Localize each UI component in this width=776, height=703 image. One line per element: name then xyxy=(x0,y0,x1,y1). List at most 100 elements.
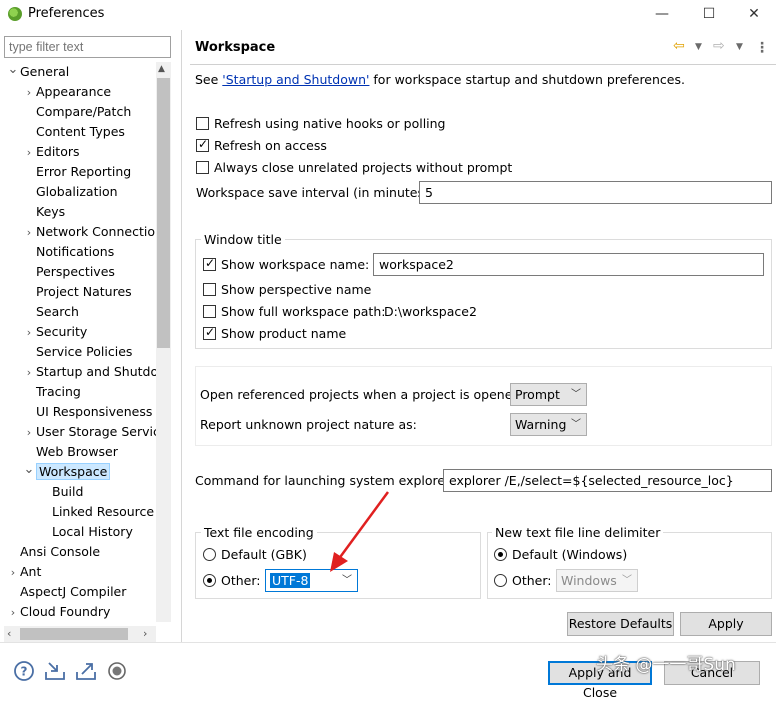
show-product-checkbox[interactable] xyxy=(203,325,216,340)
filter-input[interactable] xyxy=(4,36,171,58)
refresh-native-checkbox[interactable] xyxy=(196,117,209,130)
show-ws-name-row[interactable]: Show workspace name: xyxy=(203,256,369,272)
refresh-access-row[interactable]: Refresh on access xyxy=(196,137,327,153)
collapse-chevron-icon[interactable]: › xyxy=(22,83,36,103)
tree-item-label: Content Types xyxy=(36,124,125,139)
collapse-chevron-icon[interactable]: › xyxy=(22,323,36,343)
tree-item[interactable]: AspectJ Compiler xyxy=(6,582,126,602)
tree-item[interactable]: Linked Resource xyxy=(38,502,154,522)
tree-item-label: Keys xyxy=(36,204,66,219)
view-menu-icon[interactable]: ⋮ xyxy=(755,40,769,56)
explorer-cmd-input[interactable]: explorer /E,/select=${selected_resource_… xyxy=(443,469,772,492)
forward-arrow-icon[interactable]: ⇨ xyxy=(713,38,725,54)
tree-item-label: Security xyxy=(36,324,88,339)
tree-item[interactable]: › Security xyxy=(22,322,88,343)
page-title: Workspace xyxy=(195,40,276,55)
tree-item[interactable]: › Appearance xyxy=(22,82,111,102)
tree-item[interactable]: Perspectives xyxy=(22,262,115,282)
encoding-other-radio[interactable] xyxy=(203,574,216,587)
restore-defaults-button[interactable]: Restore Defaults xyxy=(567,612,674,636)
tree-item[interactable]: Keys xyxy=(22,202,65,222)
collapse-chevron-icon[interactable]: › xyxy=(22,223,36,243)
encoding-default-radio[interactable] xyxy=(203,548,216,561)
tree-vertical-scroll-thumb[interactable] xyxy=(157,78,170,348)
record-icon[interactable] xyxy=(106,660,128,682)
show-full-path-row[interactable]: Show full workspace path: xyxy=(203,304,385,319)
delim-default-radio[interactable] xyxy=(494,548,507,561)
open-ref-select[interactable]: Prompt ﹀ xyxy=(510,383,587,406)
refresh-native-row[interactable]: Refresh using native hooks or polling xyxy=(196,116,446,131)
tree-item[interactable]: Tracing xyxy=(22,382,81,402)
tree-item[interactable]: Notifications xyxy=(22,242,114,262)
encoding-other-row[interactable]: Other: xyxy=(203,573,260,588)
expand-chevron-icon[interactable]: ⌄ xyxy=(22,460,36,480)
tree-item[interactable]: UI Responsiveness xyxy=(22,402,152,422)
expand-chevron-icon[interactable]: ⌄ xyxy=(6,62,20,80)
scroll-right-icon[interactable]: › xyxy=(143,627,147,640)
tree-item[interactable]: Local History xyxy=(38,522,133,542)
tree-item[interactable]: › Startup and Shutdo xyxy=(22,362,156,382)
collapse-chevron-icon[interactable]: › xyxy=(22,143,36,163)
preferences-tree[interactable]: ⌄ General › Appearance Compare/Patch Content … xyxy=(0,62,156,622)
save-interval-input[interactable]: 5 xyxy=(419,181,772,204)
maximize-button[interactable]: ☐ xyxy=(697,3,721,25)
scroll-up-icon[interactable]: ▲ xyxy=(158,64,165,74)
tree-item[interactable]: Web Browser xyxy=(22,442,118,462)
show-perspective-row[interactable]: Show perspective name xyxy=(203,282,371,297)
collapse-chevron-icon[interactable]: › xyxy=(6,563,20,583)
unknown-nature-select[interactable]: Warning ﹀ xyxy=(510,413,587,436)
help-icon[interactable]: ? xyxy=(13,660,35,682)
tree-item[interactable]: › Editors xyxy=(22,142,80,162)
import-icon[interactable] xyxy=(44,660,66,682)
delim-other-radio[interactable] xyxy=(494,574,507,587)
collapse-chevron-icon[interactable]: › xyxy=(22,363,36,383)
tree-item[interactable]: Error Reporting xyxy=(22,162,131,182)
minimize-button[interactable]: — xyxy=(650,3,674,25)
workspace-name-input[interactable]: workspace2 xyxy=(373,253,764,276)
save-interval-label: Workspace save interval (in minutes): xyxy=(196,185,434,200)
tree-item[interactable]: Content Types xyxy=(22,122,125,142)
scroll-left-icon[interactable]: ‹ xyxy=(7,627,11,640)
collapse-chevron-icon[interactable]: › xyxy=(22,423,36,443)
tree-item[interactable]: › Ant xyxy=(6,562,42,583)
tree-item[interactable]: Project Natures xyxy=(22,282,132,302)
show-ws-name-checkbox[interactable] xyxy=(203,256,216,271)
delim-other-row[interactable]: Other: xyxy=(494,573,551,588)
close-button[interactable]: ✕ xyxy=(742,3,766,25)
tree-item[interactable]: ⌄ General xyxy=(6,62,70,82)
close-unrelated-checkbox[interactable] xyxy=(196,161,209,174)
startup-shutdown-link[interactable]: 'Startup and Shutdown' xyxy=(222,72,369,87)
title-bar: Preferences — ☐ ✕ xyxy=(0,0,776,28)
tree-item-label: UI Responsiveness xyxy=(36,404,153,419)
show-perspective-checkbox[interactable] xyxy=(203,283,216,296)
tree-item[interactable]: › Network Connectio xyxy=(22,222,155,242)
workspace-path-value: D:\workspace2 xyxy=(384,304,477,319)
delim-default-row[interactable]: Default (Windows) xyxy=(494,547,627,562)
svg-text:?: ? xyxy=(21,665,28,679)
tree-item[interactable]: › User Storage Servic xyxy=(22,422,156,442)
forward-menu-chevron-icon[interactable]: ▼ xyxy=(736,42,743,52)
project-options-group xyxy=(195,366,772,446)
tree-item[interactable]: › Cloud Foundry xyxy=(6,602,111,622)
encoding-default-row[interactable]: Default (GBK) xyxy=(203,547,307,562)
pane-divider[interactable] xyxy=(181,30,182,642)
export-icon[interactable] xyxy=(75,660,97,682)
tree-item[interactable]: ⌄ Workspace xyxy=(22,460,111,482)
tree-item[interactable]: Ansi Console xyxy=(6,542,100,562)
open-ref-value: Prompt xyxy=(515,387,560,402)
show-full-path-checkbox[interactable] xyxy=(203,305,216,318)
tree-item[interactable]: Globalization xyxy=(22,182,118,202)
close-unrelated-row[interactable]: Always close unrelated projects without … xyxy=(196,160,512,175)
refresh-access-checkbox[interactable] xyxy=(196,137,209,152)
collapse-chevron-icon[interactable]: › xyxy=(6,603,20,622)
tree-horizontal-scroll-thumb[interactable] xyxy=(20,628,128,640)
tree-item[interactable]: Search xyxy=(22,302,79,322)
show-product-row[interactable]: Show product name xyxy=(203,325,346,341)
tree-item[interactable]: Compare/Patch xyxy=(22,102,131,122)
tree-item[interactable]: Build xyxy=(38,482,83,502)
apply-button[interactable]: Apply xyxy=(680,612,772,636)
tree-item[interactable]: Service Policies xyxy=(22,342,132,362)
back-arrow-icon[interactable]: ⇦ xyxy=(673,38,685,54)
intro-prefix: See xyxy=(195,72,223,87)
back-menu-chevron-icon[interactable]: ▼ xyxy=(695,42,702,52)
